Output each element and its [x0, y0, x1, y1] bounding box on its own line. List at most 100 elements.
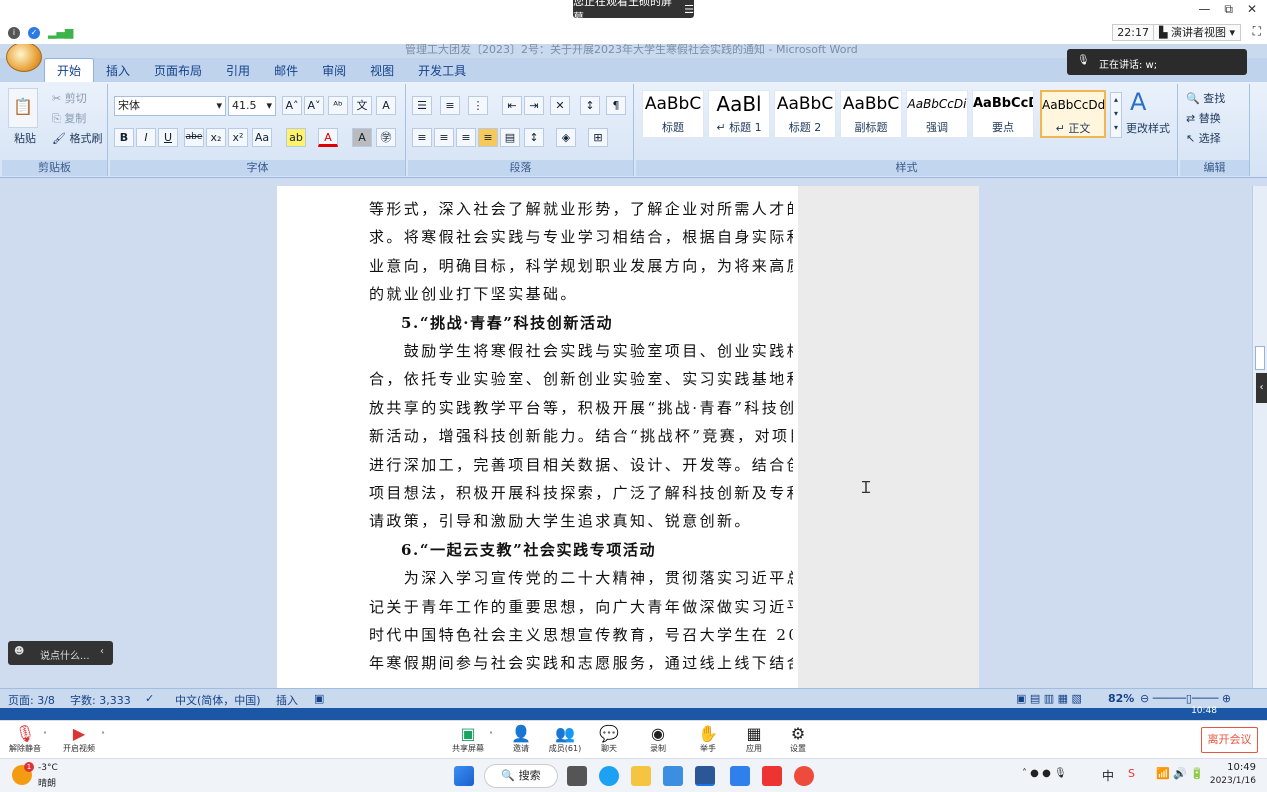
- view-buttons[interactable]: ▣ ▤ ▥ ▦ ▧: [1016, 692, 1082, 705]
- share-banner[interactable]: 您正在观看王硕的屏幕 ☰: [573, 0, 694, 24]
- clock-date[interactable]: 2023/1/16: [1208, 776, 1256, 786]
- minimize-icon[interactable]: —: [1198, 2, 1210, 17]
- proofing-icon[interactable]: ✓: [145, 692, 154, 705]
- chevron-up-icon[interactable]: ˄: [484, 731, 498, 740]
- align-center-icon[interactable]: ≡: [434, 128, 454, 147]
- change-styles-button[interactable]: 更改样式: [1126, 120, 1170, 136]
- store-icon[interactable]: [663, 766, 683, 786]
- weather-temp[interactable]: -3°C: [38, 763, 58, 773]
- side-panel-handle[interactable]: ‹: [1256, 373, 1267, 403]
- style-emphasis[interactable]: AaBbCcDi 强调: [906, 90, 968, 138]
- multilevel-list-icon[interactable]: ⋮: [468, 96, 488, 115]
- word-app-icon[interactable]: [695, 766, 715, 786]
- vertical-scrollbar[interactable]: [1252, 186, 1267, 690]
- settings-button[interactable]: ⚙ 设置: [776, 725, 820, 754]
- borders-icon[interactable]: ⊞: [588, 128, 608, 147]
- align-left-icon[interactable]: ≡: [412, 128, 432, 147]
- restore-icon[interactable]: ⧉: [1224, 2, 1233, 17]
- sort-icon[interactable]: ↕: [580, 96, 600, 115]
- copy-button[interactable]: ⎘ 复制: [52, 110, 86, 126]
- grow-font-icon[interactable]: A˄: [282, 96, 302, 115]
- decrease-indent-icon[interactable]: ⇤: [502, 96, 522, 115]
- presenter-view-button[interactable]: ▙ 演讲者视图 ▾: [1153, 24, 1241, 41]
- underline-icon[interactable]: U: [158, 128, 178, 147]
- styles-scroll[interactable]: ▴ ▾ ▾: [1110, 92, 1122, 138]
- start-icon[interactable]: [454, 766, 474, 786]
- increase-indent-icon[interactable]: ⇥: [524, 96, 544, 115]
- char-shading-icon[interactable]: A: [352, 128, 372, 147]
- numbering-icon[interactable]: ≡: [440, 96, 460, 115]
- invite-button[interactable]: 👤 邀请: [499, 725, 543, 754]
- style-heading-2[interactable]: AaBbC 标题 2: [774, 90, 836, 138]
- apps-button[interactable]: ▦ 应用: [732, 725, 776, 754]
- tab-page-layout[interactable]: 页面布局: [142, 59, 214, 82]
- font-size-select[interactable]: 41.5 ▾: [228, 96, 276, 116]
- chinese-layout-icon[interactable]: ✕: [550, 96, 570, 115]
- emoji-icon[interactable]: ☻: [14, 646, 24, 657]
- justify-icon[interactable]: ≡: [478, 128, 498, 147]
- document-page[interactable]: 等形式，深入社会了解就业形势，了解企业对所需人才的需 求。将寒假社会实践与专业学习…: [277, 186, 798, 690]
- signal-icon[interactable]: ▂▄▆: [48, 26, 73, 39]
- chat-button[interactable]: 💬 聊天: [587, 725, 631, 754]
- tab-references[interactable]: 引用: [214, 59, 262, 82]
- chevron-up-icon[interactable]: ˄: [38, 731, 52, 740]
- font-name-select[interactable]: 宋体 ▾: [114, 96, 226, 116]
- chevron-up-icon[interactable]: ˄: [96, 731, 110, 740]
- wps-icon[interactable]: [762, 766, 782, 786]
- show-marks-icon[interactable]: ¶: [606, 96, 626, 115]
- language-indicator[interactable]: 中文(简体，中国): [175, 692, 261, 708]
- align-right-icon[interactable]: ≡: [456, 128, 476, 147]
- style-heading-1[interactable]: AaBl ↵ 标题 1: [708, 90, 770, 138]
- style-strong[interactable]: AaBbCcD 要点: [972, 90, 1034, 138]
- wps-tray-icon[interactable]: S: [1128, 767, 1135, 780]
- quick-chat-input[interactable]: ☻ 说点什么... ‹: [8, 641, 113, 665]
- bold-icon[interactable]: B: [114, 128, 134, 147]
- network-volume-icons[interactable]: 📶 🔊 🔋: [1156, 767, 1204, 780]
- tab-home[interactable]: 开始: [44, 58, 95, 82]
- superscript-icon[interactable]: x²: [228, 128, 248, 147]
- wps-office-icon[interactable]: [794, 766, 814, 786]
- style-subtitle[interactable]: AaBbC 副标题: [840, 90, 902, 138]
- subscript-icon[interactable]: x₂: [206, 128, 226, 147]
- file-explorer-icon[interactable]: [631, 766, 651, 786]
- line-spacing-icon[interactable]: ↕: [524, 128, 544, 147]
- zoom-level[interactable]: 82%: [1108, 692, 1134, 705]
- style-normal[interactable]: AaBbCcDd ↵ 正文: [1040, 90, 1106, 138]
- info-icon[interactable]: i: [8, 26, 20, 39]
- replace-button[interactable]: ⇄ 替换: [1186, 110, 1221, 126]
- hamburger-icon[interactable]: ☰: [684, 3, 694, 16]
- collapse-icon[interactable]: ‹: [100, 646, 104, 657]
- shrink-font-icon[interactable]: A˅: [304, 96, 324, 115]
- close-icon[interactable]: ✕: [1247, 2, 1257, 17]
- shading-icon[interactable]: ◈: [556, 128, 576, 147]
- start-video-button[interactable]: ▶ 开启视频: [57, 725, 101, 754]
- tab-review[interactable]: 审阅: [310, 59, 358, 82]
- distribute-icon[interactable]: ▤: [500, 128, 520, 147]
- page-indicator[interactable]: 页面: 3/8: [8, 692, 55, 708]
- fullscreen-icon[interactable]: ⛶: [1253, 24, 1261, 39]
- macro-icon[interactable]: ▣: [314, 692, 324, 705]
- phonetic-guide-icon[interactable]: 文: [352, 96, 372, 115]
- shield-icon[interactable]: ✓: [28, 26, 40, 39]
- raise-hand-button[interactable]: ✋ 举手: [686, 725, 730, 754]
- select-button[interactable]: ↖ 选择: [1186, 130, 1221, 146]
- format-painter-button[interactable]: 🖌 格式刷: [52, 130, 102, 146]
- tab-view[interactable]: 视图: [358, 59, 406, 82]
- zoom-slider[interactable]: ⊖ ─────▯──── ⊕: [1140, 692, 1231, 705]
- tab-insert[interactable]: 插入: [94, 59, 142, 82]
- insert-mode[interactable]: 插入: [276, 692, 298, 708]
- members-button[interactable]: 👥 成员(61): [543, 725, 587, 754]
- paste-icon[interactable]: 📋: [8, 88, 38, 128]
- leave-meeting-button[interactable]: 离开会议: [1201, 727, 1258, 753]
- record-button[interactable]: ◉ 录制: [636, 725, 680, 754]
- bullets-icon[interactable]: ☰: [412, 96, 432, 115]
- change-case-icon[interactable]: Aa: [252, 128, 272, 147]
- weather-desc[interactable]: 晴朗: [38, 776, 56, 789]
- cut-button[interactable]: ✂ 剪切: [52, 90, 87, 106]
- style-title[interactable]: AaBbC 标题: [642, 90, 704, 138]
- clock-time[interactable]: 10:49: [1222, 762, 1256, 773]
- meeting-app-icon[interactable]: [730, 766, 750, 786]
- char-border-icon[interactable]: A: [376, 96, 396, 115]
- highlight-icon[interactable]: ab: [286, 128, 306, 147]
- find-button[interactable]: 🔍 查找: [1186, 90, 1225, 106]
